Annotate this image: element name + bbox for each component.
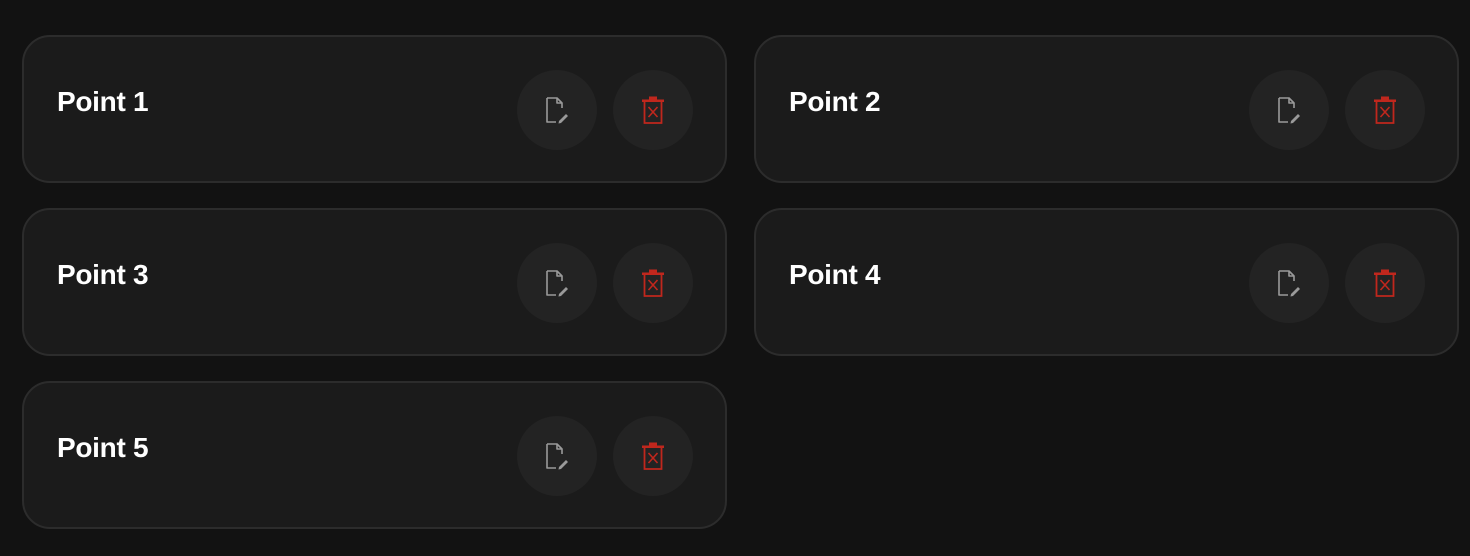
point-title: Point 4 xyxy=(789,259,881,290)
edit-button[interactable] xyxy=(1249,70,1329,150)
point-card: Point 5 xyxy=(22,381,727,529)
trash-x-icon xyxy=(1372,95,1398,125)
trash-x-icon xyxy=(640,268,666,298)
file-edit-icon xyxy=(543,441,571,471)
point-card: Point 4 xyxy=(754,208,1459,356)
delete-button[interactable] xyxy=(613,416,693,496)
point-card: Point 1 xyxy=(22,35,727,183)
file-edit-icon xyxy=(543,268,571,298)
point-actions xyxy=(517,416,693,496)
point-title: Point 3 xyxy=(57,259,149,290)
point-actions xyxy=(517,70,693,150)
point-actions xyxy=(1249,70,1425,150)
edit-button[interactable] xyxy=(517,416,597,496)
edit-button[interactable] xyxy=(517,70,597,150)
point-title: Point 1 xyxy=(57,86,149,117)
delete-button[interactable] xyxy=(613,70,693,150)
trash-x-icon xyxy=(640,441,666,471)
delete-button[interactable] xyxy=(1345,70,1425,150)
file-edit-icon xyxy=(543,95,571,125)
file-edit-icon xyxy=(1275,268,1303,298)
file-edit-icon xyxy=(1275,95,1303,125)
trash-x-icon xyxy=(640,95,666,125)
point-title: Point 5 xyxy=(57,432,149,463)
trash-x-icon xyxy=(1372,268,1398,298)
point-actions xyxy=(1249,243,1425,323)
point-title: Point 2 xyxy=(789,86,881,117)
delete-button[interactable] xyxy=(1345,243,1425,323)
point-card: Point 3 xyxy=(22,208,727,356)
edit-button[interactable] xyxy=(517,243,597,323)
edit-button[interactable] xyxy=(1249,243,1329,323)
delete-button[interactable] xyxy=(613,243,693,323)
points-grid: Point 1 Point 2 Point 3 Point 4 Point 5 xyxy=(22,35,1459,529)
point-card: Point 2 xyxy=(754,35,1459,183)
point-actions xyxy=(517,243,693,323)
